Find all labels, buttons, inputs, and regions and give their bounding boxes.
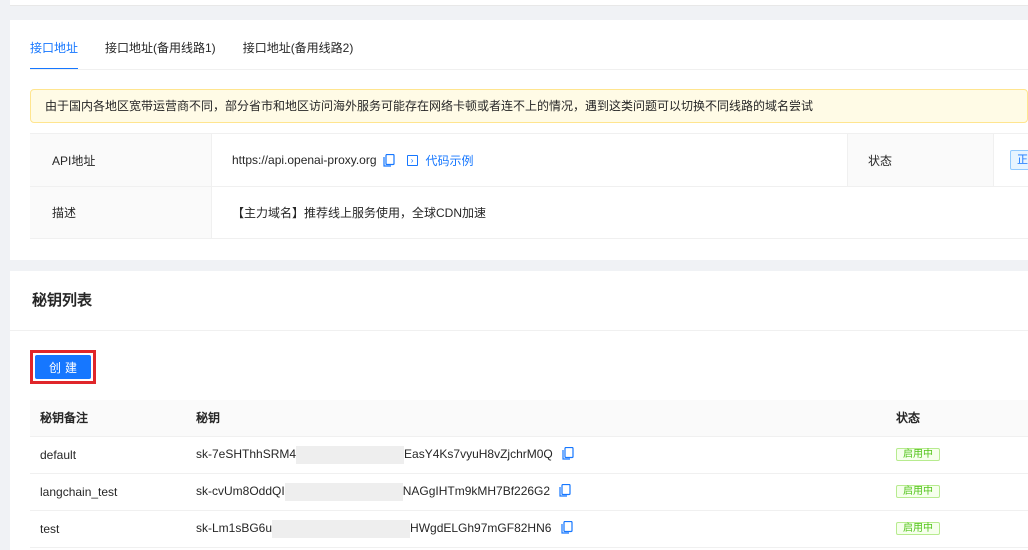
tab-backup-line-1[interactable]: 接口地址(备用线路1) [105,20,216,70]
key-value: sk-7eSHThhSRM4 EasY4Ks7vyuH8vZjchrM0Q [186,436,886,474]
info-row-description: 描述 【主力域名】推荐线上服务使用，全球CDN加速 [30,186,1028,239]
key-status: 启用中 [886,473,1028,511]
code-example-label: 代码示例 [425,153,474,168]
key-list-title: 秘钥列表 [32,292,93,309]
table-row: test sk-Lm1sBG6u HWgdELGh97mGF82HN6 启用中 [30,510,1028,548]
tab-backup-line-2[interactable]: 接口地址(备用线路2) [243,20,354,70]
copy-icon[interactable] [561,520,573,534]
create-button-highlight: 创建 [30,350,96,384]
table-header-row: 秘钥备注 秘钥 状态 [30,400,1028,437]
create-key-button[interactable]: 创建 [35,355,91,379]
key-value: sk-cvUm8OddQI NAGgIHTm9kMH7Bf226G2 [186,473,886,511]
key-list-divider [10,330,1028,331]
info-row-api: API地址 https://api.openai-proxy.org › 代码示… [30,133,1028,186]
key-status: 启用中 [886,510,1028,548]
status-tag: 正 [1010,150,1028,170]
table-row: default sk-7eSHThhSRM4 EasY4Ks7vyuH8vZjch… [30,436,1028,474]
description-label: 描述 [30,187,211,238]
key-value: sk-Lm1sBG6u HWgdELGh97mGF82HN6 [186,510,886,548]
key-note: test [30,510,186,548]
key-end: HWgdELGh97mGF82HN6 [410,520,552,535]
api-url-text: https://api.openai-proxy.org [232,153,377,167]
status-badge: 启用中 [896,485,940,498]
copy-icon[interactable] [562,446,574,460]
api-info-table: API地址 https://api.openai-proxy.org › 代码示… [30,133,1028,239]
key-start: sk-7eSHThhSRM4 [196,446,297,461]
description-value: 【主力域名】推荐线上服务使用，全球CDN加速 [211,187,1028,238]
api-address-card: 接口地址 接口地址(备用线路1) 接口地址(备用线路2) 由于国内各地区宽带运营… [10,20,1028,260]
status-badge: 启用中 [896,448,940,461]
status-badge: 启用中 [896,522,940,535]
status-label: 状态 [847,134,993,186]
tab-divider [30,69,1028,70]
key-end: NAGgIHTm9kMH7Bf226G2 [402,483,551,498]
key-end: EasY4Ks7vyuH8vZjchrM0Q [404,446,553,461]
copy-icon[interactable] [559,483,572,497]
code-example-link[interactable]: › 代码示例 [406,152,474,169]
api-address-label: API地址 [30,134,211,186]
key-status: 启用中 [886,436,1028,474]
column-header-key: 秘钥 [186,400,886,437]
key-start: sk-cvUm8OddQI [196,483,285,498]
copy-icon[interactable] [382,153,395,167]
api-address-value: https://api.openai-proxy.org › 代码示例 [211,134,847,186]
key-mask [284,482,403,501]
top-panel-edge [10,0,1028,6]
key-list-card: 秘钥列表 创建 秘钥备注 秘钥 状态 default sk-7eSHThhSRM… [10,271,1028,550]
key-start: sk-Lm1sBG6u [196,520,273,535]
tab-primary-address[interactable]: 接口地址 [30,20,79,70]
key-table: 秘钥备注 秘钥 状态 default sk-7eSHThhSRM4 EasY4Ks… [30,400,1028,548]
notice-banner: 由于国内各地区宽带运营商不同，部分省市和地区访问海外服务可能存在网络卡顿或者连不… [30,89,1028,123]
key-mask [296,445,405,464]
terminal-icon: › [406,154,418,166]
key-mask [272,519,411,538]
table-row: langchain_test sk-cvUm8OddQI NAGgIHTm9kMH… [30,473,1028,511]
column-header-note: 秘钥备注 [30,400,186,437]
address-tabs: 接口地址 接口地址(备用线路1) 接口地址(备用线路2) [30,20,380,70]
column-header-status: 状态 [886,400,1028,437]
key-note: langchain_test [30,473,186,511]
status-value: 正 [993,134,1028,186]
key-note: default [30,436,186,474]
